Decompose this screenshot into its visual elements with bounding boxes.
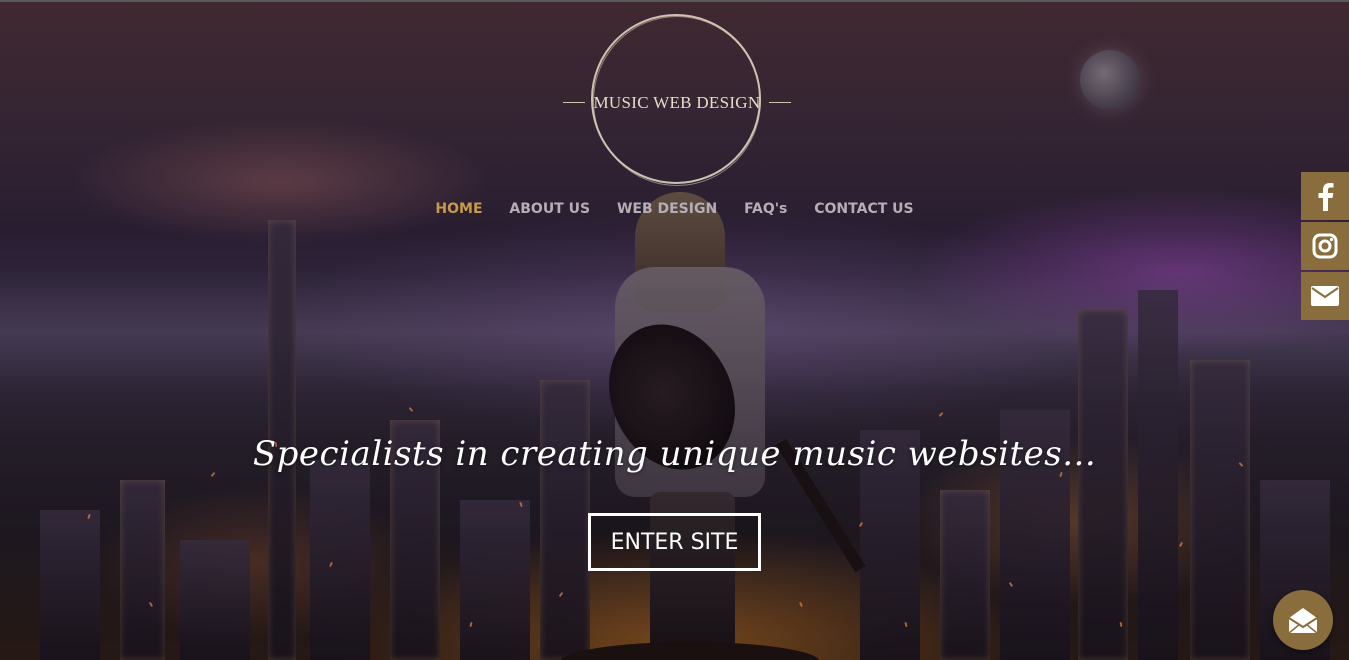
facebook-button[interactable] [1301, 172, 1349, 220]
logo-text: MUSIC WEB DESIGN [593, 93, 761, 112]
nav-item-contact-us[interactable]: CONTACT US [814, 201, 913, 217]
floating-contact-button[interactable] [1273, 590, 1333, 650]
instagram-button[interactable] [1301, 222, 1349, 270]
hero-tagline: Specialists in creating unique music web… [252, 434, 1097, 474]
nav-item-faqs[interactable]: FAQ's [744, 201, 787, 217]
instagram-icon [1312, 233, 1338, 259]
email-button[interactable] [1301, 272, 1349, 320]
facebook-icon [1318, 183, 1334, 211]
nav-item-about-us[interactable]: ABOUT US [509, 201, 590, 217]
nav-item-home[interactable]: HOME [435, 201, 482, 217]
enter-site-button[interactable]: ENTER SITE [588, 513, 761, 571]
mail-icon [1311, 286, 1339, 306]
nav-item-web-design[interactable]: WEB DESIGN [617, 201, 717, 217]
page: MUSIC WEB DESIGN HOME ABOUT US WEB DESIG… [0, 0, 1349, 660]
open-envelope-icon [1288, 608, 1318, 634]
social-sidebar [1301, 172, 1349, 322]
main-nav: HOME ABOUT US WEB DESIGN FAQ's CONTACT U… [0, 201, 1349, 217]
site-logo[interactable]: MUSIC WEB DESIGN [563, 14, 791, 190]
